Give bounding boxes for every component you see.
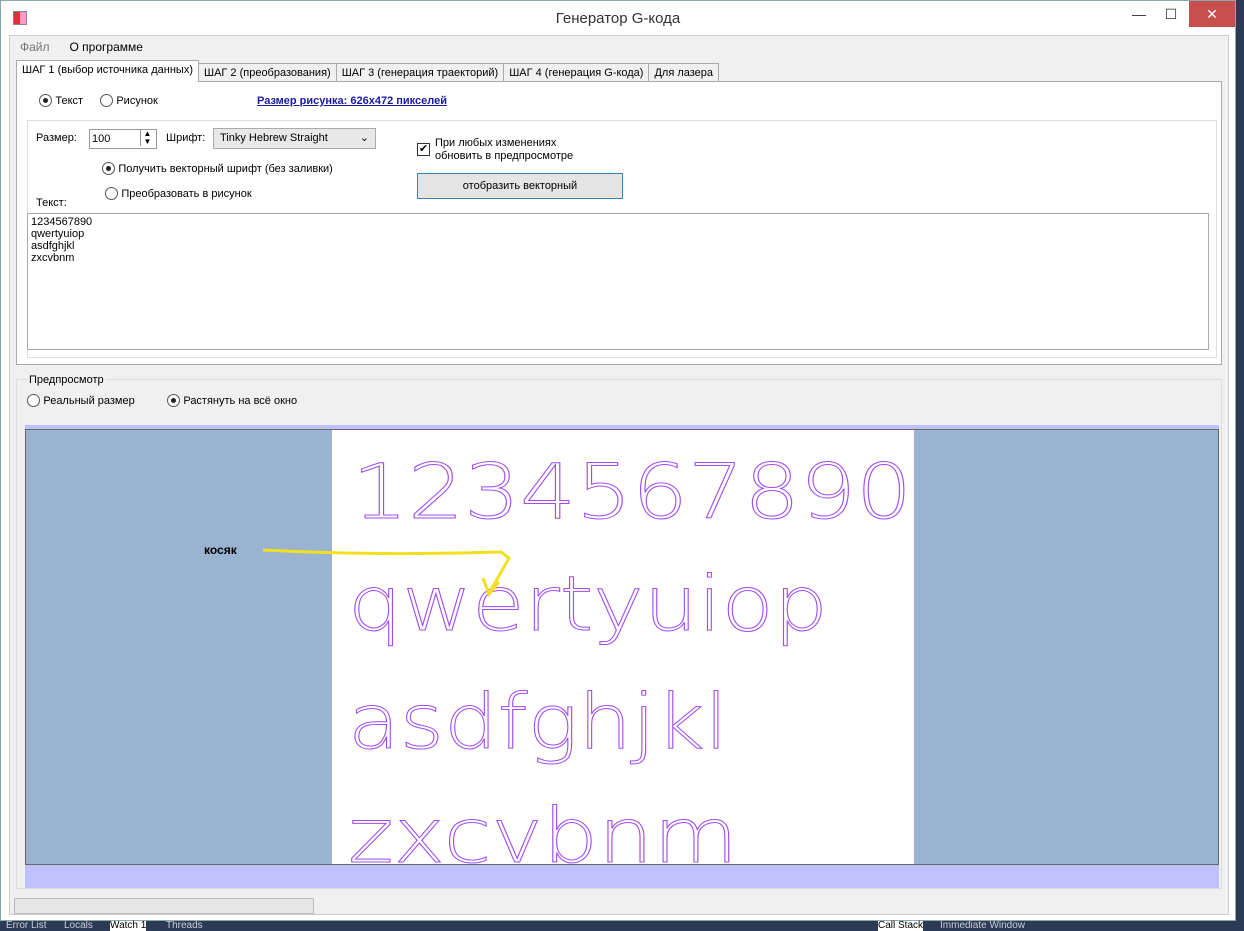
- raster-radio[interactable]: Преобразовать в рисунок: [105, 186, 252, 201]
- text-label: Текст:: [36, 197, 67, 209]
- maximize-button[interactable]: ☐: [1155, 1, 1187, 27]
- annotation-label: косяк: [204, 543, 237, 557]
- radio-label: Получить векторный шрифт (без заливки): [118, 163, 333, 175]
- bg-tab: Watch 1: [110, 920, 147, 931]
- preview-group: Предпросмотр Реальный размер Растянуть н…: [16, 374, 1222, 889]
- source-image-radio[interactable]: Рисунок: [100, 93, 158, 108]
- preview-line-4: zxcvbnm: [348, 791, 738, 864]
- auto-update-checkbox[interactable]: ✔: [417, 143, 430, 156]
- preview-canvas: 1234567890 qwertyuiop asdfghjkl zxcvbnm …: [25, 425, 1219, 888]
- tab-laser[interactable]: Для лазера: [648, 63, 720, 82]
- preview-line-3: asdfghjkl: [348, 677, 728, 766]
- main-window: Генератор G-кода — ☐ ✕ Файл О программе …: [0, 0, 1236, 921]
- font-select[interactable]: Tinky Hebrew Straight ⌄: [213, 128, 376, 149]
- font-label: Шрифт:: [166, 132, 206, 144]
- preview-label: Предпросмотр: [27, 374, 106, 386]
- size-label: Размер:: [36, 132, 77, 144]
- radio-label: Текст: [55, 95, 84, 107]
- close-button[interactable]: ✕: [1189, 1, 1235, 27]
- minimize-button[interactable]: —: [1123, 1, 1155, 27]
- font-select-value: Tinky Hebrew Straight: [220, 132, 328, 144]
- auto-update-label: При любых изменениях обновить в предпрос…: [435, 137, 574, 162]
- tab-step3[interactable]: ШАГ 3 (генерация траекторий): [335, 63, 505, 82]
- progress-bar: [14, 898, 314, 914]
- show-vector-button[interactable]: отобразить векторный: [417, 173, 623, 199]
- radio-indicator: [100, 94, 113, 108]
- annotation-arrow-icon: [262, 548, 511, 597]
- radio-label: Рисунок: [116, 95, 158, 107]
- menu-bar: Файл О программе: [10, 36, 153, 58]
- title-bar: Генератор G-кода — ☐ ✕: [1, 1, 1235, 35]
- window-title: Генератор G-кода: [555, 10, 681, 27]
- bg-tab: Error List: [6, 920, 47, 931]
- radio-indicator: [167, 394, 180, 408]
- radio-label: Преобразовать в рисунок: [121, 188, 252, 200]
- text-input[interactable]: 1234567890 qwertyuiop asdfghjkl zxcvbnm: [27, 213, 1209, 350]
- bg-tab: Threads: [166, 920, 203, 931]
- client-area: Файл О программе ШАГ 1 (выбор источника …: [9, 35, 1229, 915]
- vector-font-radio[interactable]: Получить векторный шрифт (без заливки): [102, 161, 333, 176]
- radio-label: Растянуть на всё окно: [183, 395, 298, 407]
- tab-step4[interactable]: ШАГ 4 (генерация G-кода): [503, 63, 650, 82]
- tab-strip: ШАГ 1 (выбор источника данных) ШАГ 2 (пр…: [16, 60, 720, 82]
- vector-text-render: 1234567890 qwertyuiop asdfghjkl zxcvbnm: [348, 447, 913, 865]
- bg-tab: Call Stack: [878, 920, 924, 931]
- radio-indicator: [39, 94, 52, 108]
- tab-step1[interactable]: ШАГ 1 (выбор источника данных): [16, 60, 199, 82]
- bg-tab: Locals: [64, 920, 93, 931]
- menu-file[interactable]: Файл: [10, 36, 60, 58]
- preview-picture: 1234567890 qwertyuiop asdfghjkl zxcvbnm …: [25, 429, 1219, 865]
- radio-indicator: [105, 187, 118, 201]
- step1-panel: Текст Рисунок Размер рисунка: 626x472 пи…: [16, 81, 1222, 365]
- stretch-radio[interactable]: Растянуть на всё окно: [167, 393, 298, 408]
- preview-line-1: 1234567890: [352, 447, 912, 536]
- image-size-link[interactable]: Размер рисунка: 626x472 пикселей: [257, 95, 447, 107]
- source-text-radio[interactable]: Текст: [39, 93, 84, 108]
- preview-image: 1234567890 qwertyuiop asdfghjkl zxcvbnm: [332, 430, 914, 864]
- tab-step2[interactable]: ШАГ 2 (преобразования): [197, 63, 337, 82]
- menu-about[interactable]: О программе: [60, 36, 153, 58]
- real-size-radio[interactable]: Реальный размер: [27, 393, 135, 408]
- stepper-arrows-icon[interactable]: ▲ ▼: [140, 130, 154, 146]
- radio-indicator: [102, 162, 115, 176]
- bg-tab: Immediate Window: [940, 920, 1026, 931]
- radio-label: Реальный размер: [43, 395, 135, 407]
- chevron-down-icon: ⌄: [359, 132, 369, 144]
- radio-indicator: [27, 394, 40, 408]
